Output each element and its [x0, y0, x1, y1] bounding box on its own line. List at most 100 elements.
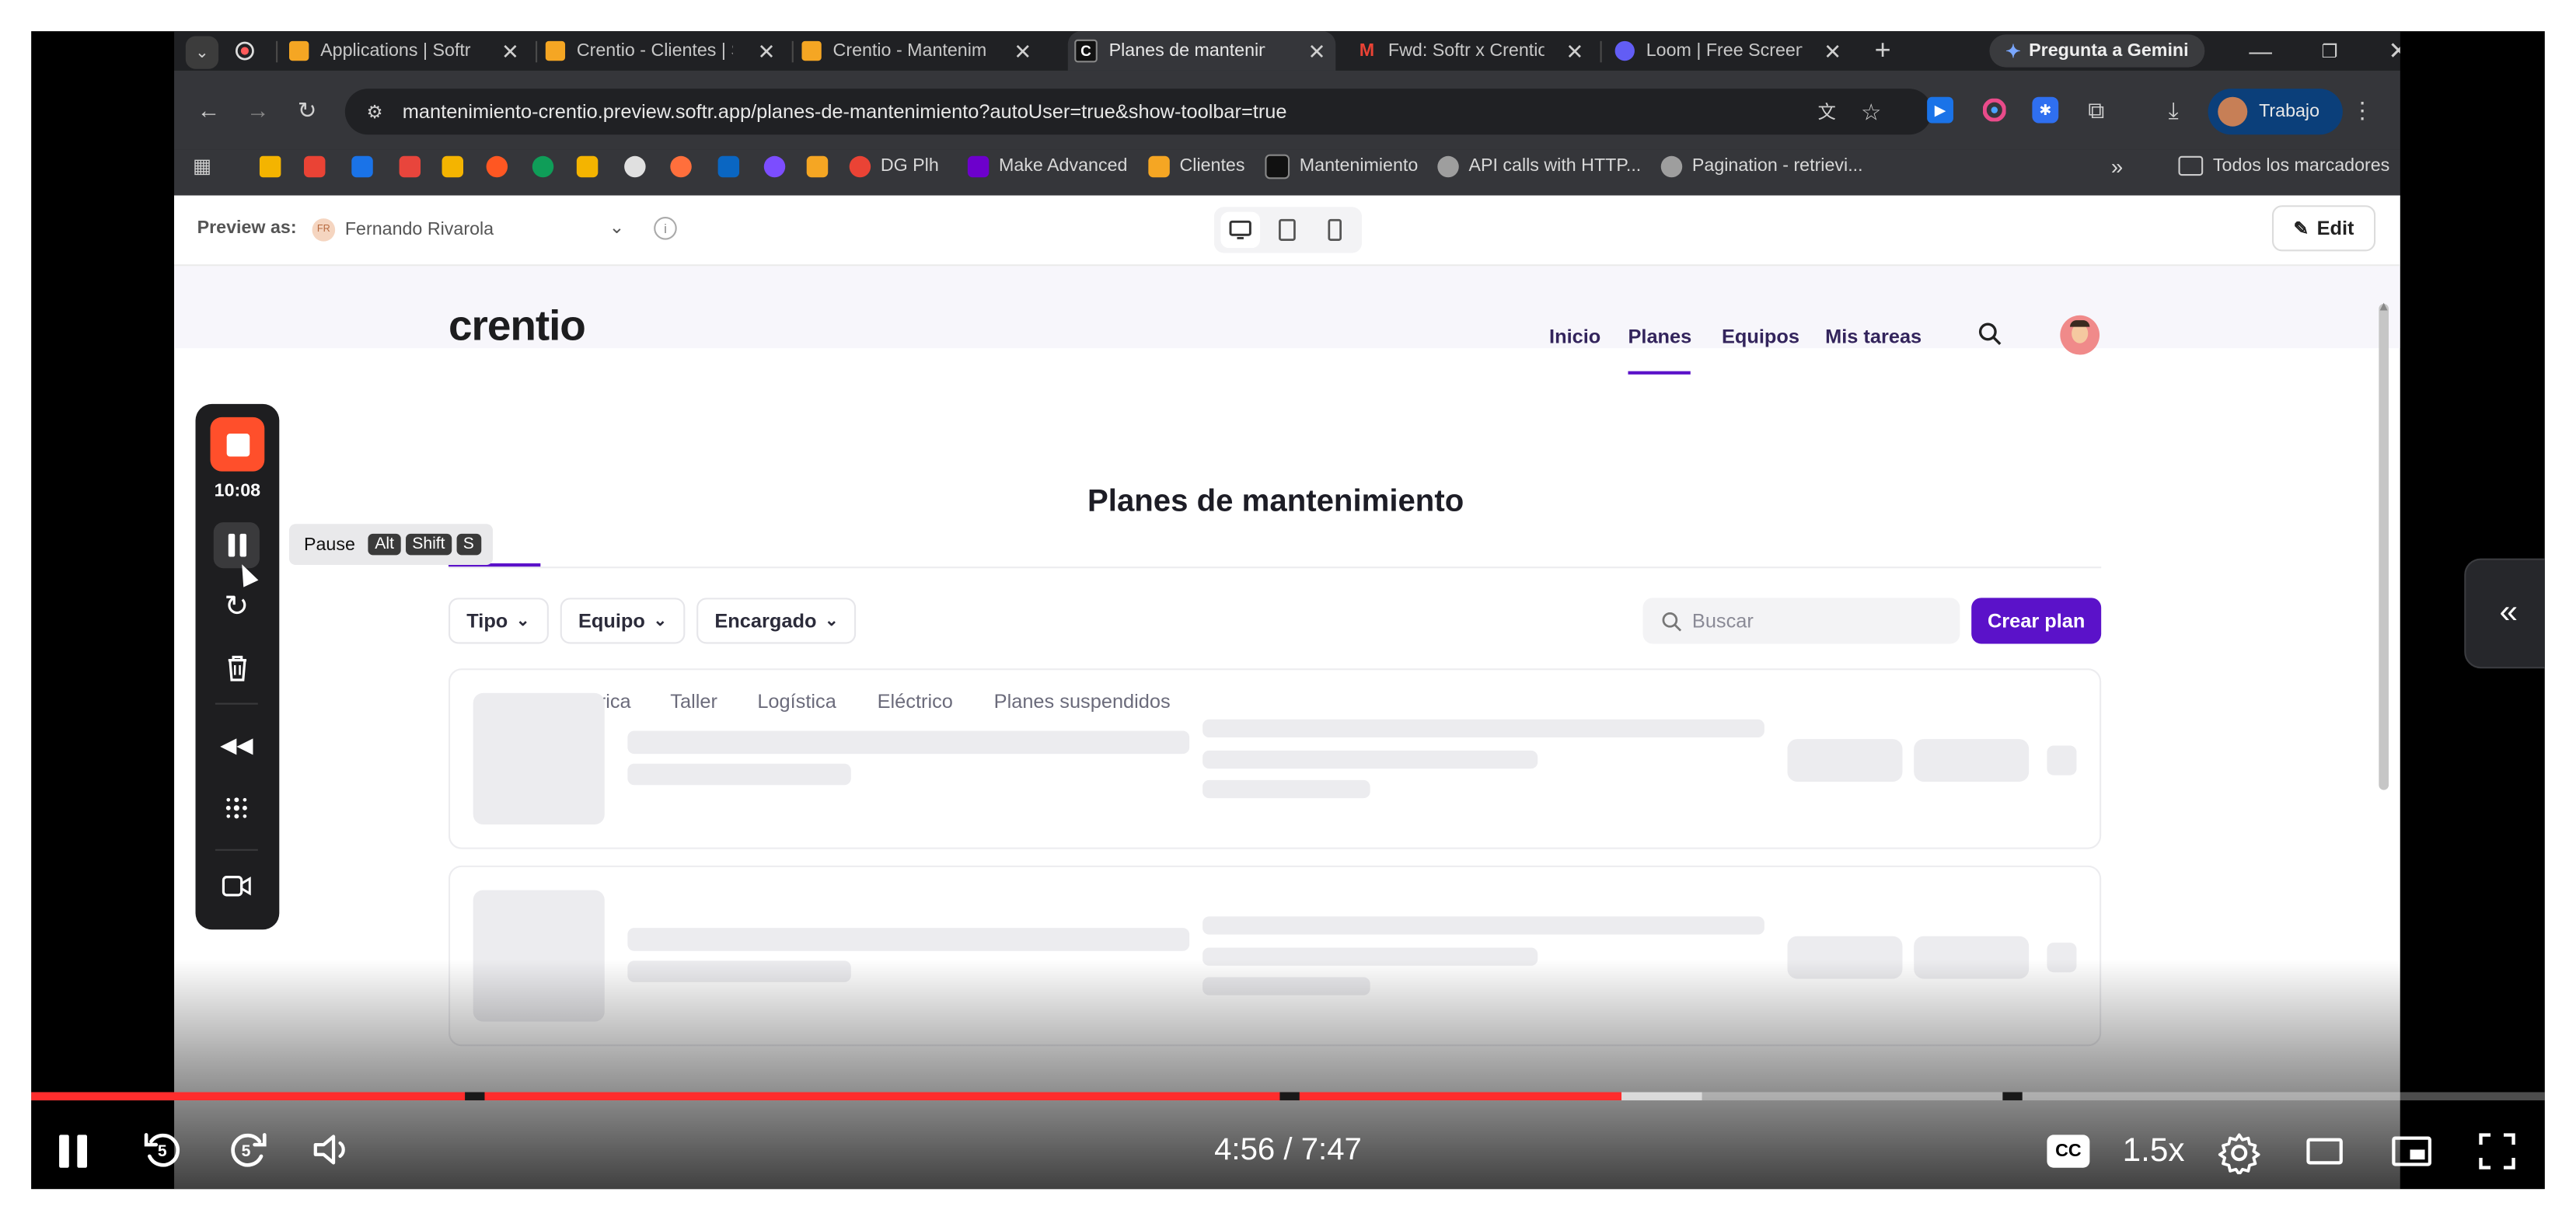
nav-planes[interactable]: Planes	[1628, 325, 1691, 348]
tablet-view-icon[interactable]	[1273, 214, 1300, 246]
close-tab-icon[interactable]: ✕	[758, 40, 776, 66]
nav-inicio[interactable]: Inicio	[1549, 325, 1600, 348]
fullscreen-button[interactable]	[2479, 1133, 2515, 1170]
mobile-view-icon[interactable]	[1321, 214, 1347, 246]
search-icon[interactable]	[1978, 322, 2005, 348]
bookmark-icon-drive[interactable]	[259, 155, 291, 178]
new-tab-button[interactable]: +	[1866, 34, 1899, 67]
bookmark-icon-openai[interactable]	[624, 155, 655, 178]
tab-gmail-fwd[interactable]: M Fwd: Softr x Crentio ✕	[1357, 31, 1593, 71]
softr-icon	[1148, 155, 1170, 177]
back-icon[interactable]: ←	[194, 96, 223, 125]
settings-gear-icon[interactable]	[2218, 1131, 2260, 1176]
crear-plan-button[interactable]: Crear plan	[1971, 598, 2102, 644]
download-icon[interactable]: ⤓	[2160, 96, 2187, 124]
restart-icon[interactable]: ↻	[196, 590, 278, 624]
bookmark-icon-gmail[interactable]	[303, 155, 335, 178]
bookmark-make-advanced[interactable]: Make Advanced	[967, 155, 1127, 178]
tab-planes-mantenimiento[interactable]: C Planes de mantenim ✕	[1067, 31, 1336, 71]
restore-button[interactable]: ❐	[2313, 36, 2346, 65]
crentio-icon: C	[1074, 39, 1098, 63]
extensions-puzzle-icon[interactable]: ⧉	[2083, 96, 2110, 124]
preview-as-label: Preview as:	[197, 218, 297, 239]
bookmark-icon-meet[interactable]	[576, 155, 608, 178]
gemini-button[interactable]: ✦ Pregunta a Gemini	[1989, 34, 2205, 68]
captions-button[interactable]: CC	[2047, 1135, 2090, 1168]
close-tab-icon[interactable]: ✕	[1824, 40, 1841, 66]
search-input[interactable]: Buscar	[1642, 598, 1960, 644]
site-info-icon[interactable]: ⚙	[361, 99, 388, 125]
crentio-logo[interactable]: crentio	[449, 304, 586, 347]
theater-mode-button[interactable]	[2306, 1138, 2343, 1165]
close-tab-icon[interactable]: ✕	[1014, 40, 1031, 66]
recording-tab-icon[interactable]	[233, 40, 257, 63]
gemini-icon: ✦	[2005, 41, 2021, 62]
playback-speed-button[interactable]: 1.5x	[2123, 1133, 2185, 1171]
tab-crentio-mantenimiento[interactable]: Crentio - Mantenim ✕	[801, 31, 1042, 71]
recording-timer: 10:08	[214, 481, 261, 501]
bookmark-pagination[interactable]: Pagination - retrievi...	[1660, 155, 1863, 178]
user-avatar[interactable]	[2060, 315, 2100, 355]
trash-icon[interactable]	[196, 654, 278, 681]
softr-icon	[288, 40, 309, 61]
collapse-panel-button[interactable]: «	[2464, 558, 2545, 669]
search-icon	[1662, 611, 1682, 631]
globe-icon	[1660, 155, 1683, 177]
video-player[interactable]: ⌄ Applications | Softr ✕ Crentio - Clien…	[31, 31, 2545, 1190]
filter-equipo[interactable]: Equipo ⌄	[560, 598, 686, 644]
tab-search-button[interactable]: ⌄	[185, 36, 219, 69]
scroll-up-arrow-icon[interactable]: ▲	[2377, 299, 2390, 314]
pause-button[interactable]	[213, 522, 260, 569]
page-scrollbar[interactable]	[2379, 303, 2389, 790]
nav-equipos[interactable]: Equipos	[1722, 325, 1799, 348]
miniplayer-button[interactable]	[2392, 1136, 2431, 1166]
desktop-view-icon[interactable]	[1220, 211, 1261, 249]
reload-icon[interactable]: ↻	[292, 96, 322, 125]
blur-dots-icon[interactable]	[196, 795, 278, 821]
bookmark-star-icon[interactable]: ☆	[1856, 97, 1886, 127]
filter-tipo[interactable]: Tipo ⌄	[448, 598, 548, 644]
close-tab-icon[interactable]: ✕	[501, 40, 519, 66]
bookmark-icon-hubspot[interactable]	[486, 155, 518, 178]
bookmark-icon-calendar[interactable]	[351, 155, 382, 178]
bookmark-icon-zapier[interactable]	[670, 155, 701, 178]
tab-loom[interactable]: Loom | Free Screen ✕	[1614, 31, 1852, 71]
minimize-button[interactable]: —	[2244, 36, 2277, 65]
folder-icon	[2178, 155, 2204, 176]
filter-encargado[interactable]: Encargado ⌄	[696, 598, 857, 644]
camera-icon[interactable]	[196, 875, 278, 897]
stop-recording-button[interactable]	[210, 417, 265, 472]
progress-bar[interactable]	[31, 1092, 2545, 1101]
bookmark-clientes[interactable]: Clientes	[1148, 155, 1245, 178]
browser-menu-icon[interactable]: ⋮	[2349, 96, 2375, 124]
edit-button[interactable]: ✎ Edit	[2271, 205, 2376, 252]
translate-icon[interactable]: 文	[1812, 97, 1841, 127]
bookmark-mantenimiento[interactable]: Mantenimiento	[1265, 153, 1418, 179]
bookmark-dg-plh[interactable]: DG Plh	[849, 155, 939, 178]
info-icon[interactable]: i	[654, 216, 677, 240]
rewind-icon[interactable]: ◀◀	[196, 733, 278, 759]
bookmark-icon-linkedin[interactable]	[717, 155, 749, 178]
close-window-button[interactable]: ✕	[2382, 36, 2400, 66]
close-tab-icon[interactable]: ✕	[1308, 40, 1326, 66]
tab-crentio-clientes[interactable]: Crentio - Clientes | S ✕	[545, 31, 786, 71]
bookmark-api-calls[interactable]: API calls with HTTP...	[1437, 155, 1641, 178]
all-bookmarks-button[interactable]: Todos los marcadores	[2178, 155, 2389, 178]
profile-button[interactable]: Trabajo	[2208, 89, 2343, 135]
bookmark-icon-stack[interactable]	[399, 155, 431, 178]
close-tab-icon[interactable]: ✕	[1565, 40, 1583, 66]
extension-play-icon[interactable]: ▶	[1927, 96, 1953, 124]
tab-applications-softr[interactable]: Applications | Softr ✕	[288, 31, 529, 71]
bookmark-icon-cloud[interactable]	[442, 155, 473, 178]
bookmarks-overflow-button[interactable]: »	[2111, 154, 2123, 179]
nav-mis-tareas[interactable]: Mis tareas	[1825, 325, 1922, 348]
forward-icon[interactable]: →	[243, 96, 273, 125]
make-icon	[967, 155, 990, 177]
bookmark-icon-purple[interactable]	[763, 155, 795, 178]
apps-grid-icon[interactable]: ▦	[190, 155, 214, 178]
bookmark-icon-green[interactable]	[532, 155, 564, 178]
extension-color-icon[interactable]	[1981, 97, 2008, 124]
preview-user-select[interactable]: FR Fernando Rivarola ⌄	[298, 210, 641, 250]
extension-loom-icon[interactable]: ✱	[2032, 96, 2059, 124]
bookmark-icon-softr[interactable]	[806, 155, 838, 178]
